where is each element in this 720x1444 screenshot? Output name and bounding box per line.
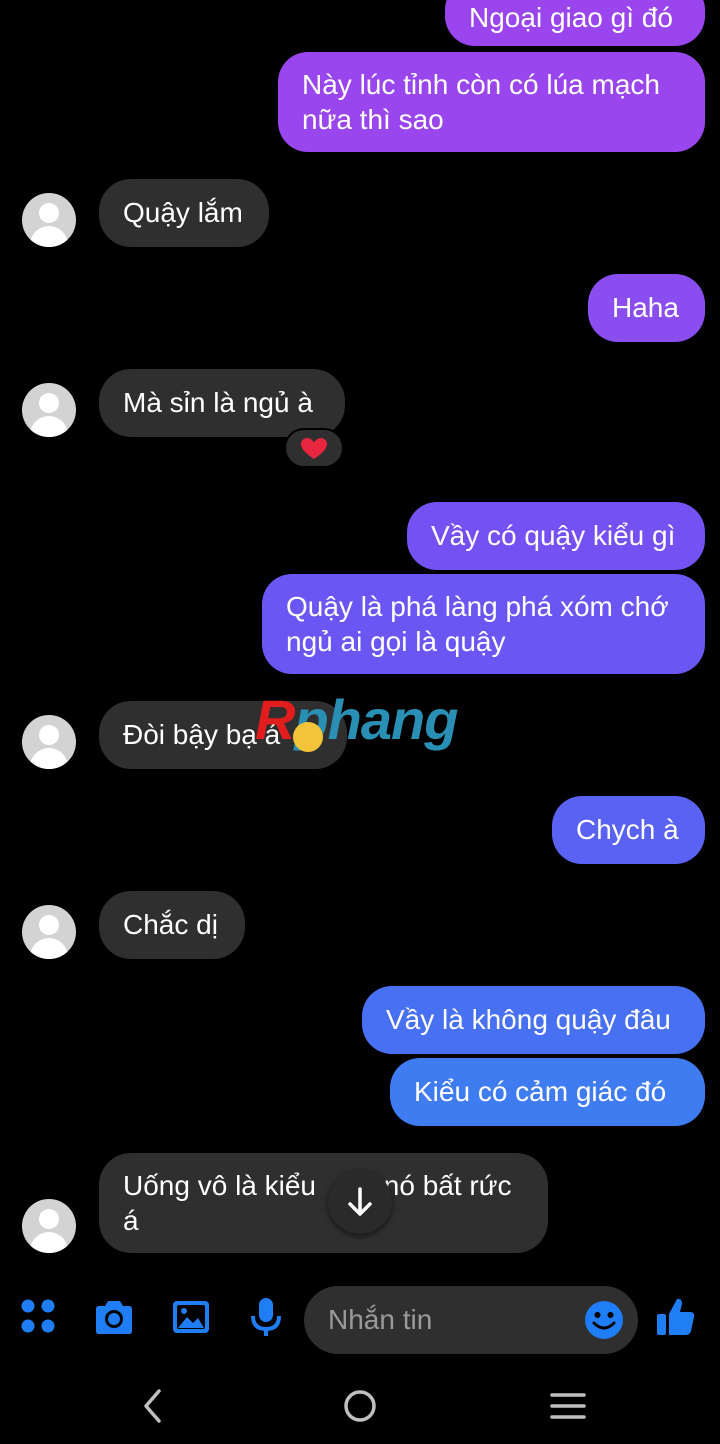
avatar[interactable]	[22, 1199, 76, 1253]
message-outgoing[interactable]: Này lúc tỉnh còn có lúa mạch nữa thì sao	[278, 52, 705, 152]
avatar[interactable]	[22, 715, 76, 769]
message-reaction[interactable]	[284, 428, 344, 468]
message-input[interactable]: Nhắn tin	[304, 1286, 638, 1354]
emoji-face-icon	[293, 722, 323, 752]
back-icon[interactable]	[138, 1386, 168, 1426]
message-text: Quậy lắm	[123, 197, 243, 228]
message-incoming[interactable]: Quậy lắm	[99, 179, 269, 247]
thumbs-up-icon[interactable]	[655, 1296, 697, 1338]
message-incoming[interactable]: Mà sỉn là ngủ à	[99, 369, 345, 437]
avatar[interactable]	[22, 193, 76, 247]
message-text: Chych à	[576, 814, 679, 845]
message-text: Vầy có quậy kiểu gì	[431, 520, 676, 551]
message-outgoing[interactable]: Haha	[588, 274, 705, 342]
message-outgoing[interactable]: Kiểu có cảm giác đó	[390, 1058, 705, 1126]
home-icon[interactable]	[340, 1386, 380, 1426]
message-outgoing[interactable]: Quậy là phá làng phá xóm chớ ngủ ai gọi …	[262, 574, 705, 674]
message-text: Uống vô là kiểu	[123, 1170, 324, 1201]
avatar[interactable]	[22, 905, 76, 959]
camera-icon[interactable]	[92, 1298, 136, 1338]
message-text: Mà sỉn là ngủ à	[123, 387, 313, 418]
system-navigation-bar	[0, 1364, 720, 1444]
heart-icon	[301, 438, 327, 459]
gallery-icon[interactable]	[171, 1298, 211, 1338]
avatar[interactable]	[22, 383, 76, 437]
message-text: nó bất rức	[383, 1170, 512, 1201]
arrow-down-icon	[348, 1187, 372, 1216]
message-outgoing[interactable]: Vầy là không quậy đâu	[362, 986, 705, 1054]
message-outgoing[interactable]: Chych à	[552, 796, 705, 864]
watermark-logo: Rphang	[255, 688, 458, 751]
message-text: Quậy là phá làng phá xóm chớ ngủ ai gọi …	[286, 591, 669, 657]
recents-icon[interactable]	[548, 1386, 588, 1426]
message-text: Này lúc tỉnh còn có lúa mạch nữa thì sao	[302, 69, 660, 135]
microphone-icon[interactable]	[248, 1296, 284, 1340]
message-list[interactable]: Ngoại giao gì đó Này lúc tỉnh còn có lúa…	[0, 0, 720, 1270]
apps-icon[interactable]	[18, 1296, 58, 1336]
message-outgoing[interactable]: Ngoại giao gì đó	[445, 0, 705, 46]
message-input-placeholder: Nhắn tin	[328, 1304, 433, 1335]
message-incoming[interactable]: Uống vô là kiểu nó bất rức á	[99, 1153, 548, 1253]
emoji-icon[interactable]	[584, 1300, 624, 1340]
message-incoming[interactable]: Chắc dị	[99, 891, 245, 959]
message-outgoing[interactable]: Vầy có quậy kiểu gì	[407, 502, 705, 570]
message-text: Kiểu có cảm giác đó	[414, 1076, 667, 1107]
composer-bar: Nhắn tin	[0, 1280, 720, 1364]
scroll-to-bottom-button[interactable]	[328, 1170, 392, 1234]
message-text: Vầy là không quậy đâu	[386, 1004, 671, 1035]
message-text: á	[123, 1205, 139, 1236]
message-text: Chắc dị	[123, 909, 218, 940]
message-text: Ngoại giao gì đó	[469, 2, 673, 33]
message-text: Haha	[612, 292, 679, 323]
